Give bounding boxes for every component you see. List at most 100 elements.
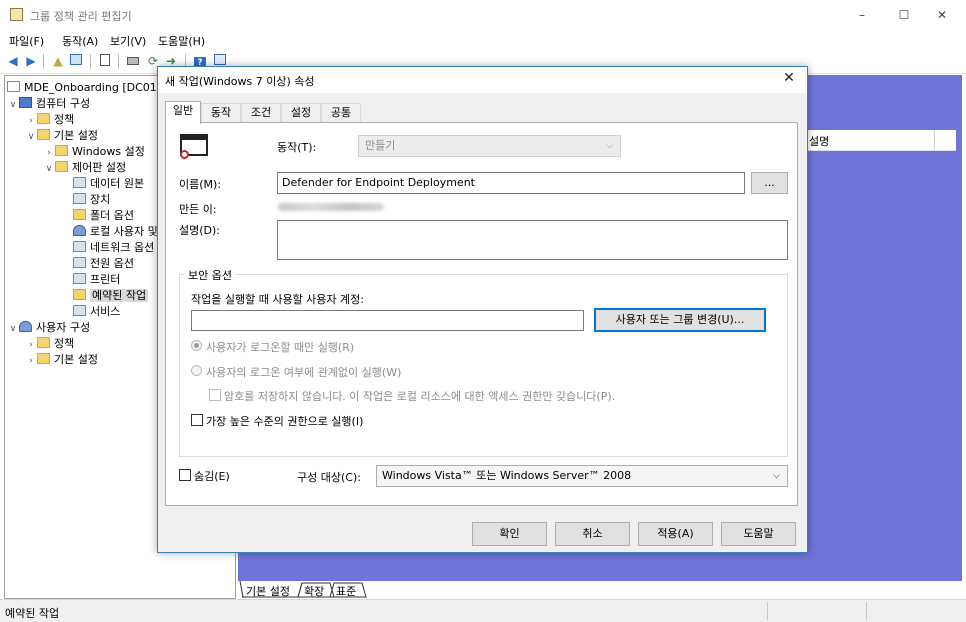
- tree-item-printers[interactable]: 프린터: [73, 272, 120, 288]
- tree-item-power-options[interactable]: 전원 옵션: [73, 256, 134, 272]
- column-header-description[interactable]: 설명: [806, 130, 956, 151]
- description-input[interactable]: [277, 220, 788, 260]
- policy-document-icon: [7, 81, 20, 92]
- tree-item-services[interactable]: 서비스: [73, 304, 120, 320]
- task-properties-dialog: 새 작업(Windows 7 이상) 속성 ✕ 일반 동작 조건 설정 공통 동…: [157, 66, 808, 553]
- chevron-down-icon[interactable]: ∨: [25, 129, 37, 145]
- power-icon: [73, 257, 86, 268]
- tab-actions[interactable]: 동작: [201, 103, 241, 123]
- tree-item-local-users[interactable]: 로컬 사용자 및: [73, 224, 158, 240]
- chevron-right-icon[interactable]: ›: [43, 145, 55, 161]
- run-as-label: 작업을 실행할 때 사용할 사용자 계정:: [191, 293, 364, 306]
- chevron-down-icon[interactable]: ∨: [7, 321, 19, 337]
- view-tabs: 기본 설정 확장 표준: [238, 581, 962, 599]
- forward-arrow-icon[interactable]: ▶: [24, 54, 38, 68]
- clipboard-icon[interactable]: [98, 54, 112, 68]
- close-button[interactable]: ✕: [922, 4, 962, 26]
- chevron-down-icon[interactable]: ∨: [7, 97, 19, 113]
- tree-item-network-options[interactable]: 네트워크 옵션: [73, 240, 154, 256]
- status-text: 예약된 작업: [5, 607, 60, 620]
- menu-help[interactable]: 도움말(H): [158, 33, 205, 49]
- device-icon: [73, 193, 86, 204]
- menu-bar: 파일(F) 동작(A) 보기(V) 도움말(H): [0, 30, 966, 50]
- radio-whether-logged-on[interactable]: [191, 365, 202, 376]
- name-label: 이름(M):: [179, 178, 222, 191]
- author-label: 만든 이:: [179, 203, 217, 216]
- chevron-right-icon[interactable]: ›: [25, 113, 37, 129]
- security-options-title: 보안 옵션: [185, 267, 235, 283]
- tree-item-computer-preferences[interactable]: ∨ 기본 설정: [25, 128, 98, 144]
- status-bar: 예약된 작업: [0, 599, 966, 622]
- name-input[interactable]: Defender for Endpoint Deployment: [277, 172, 745, 194]
- tree-item-devices[interactable]: 장치: [73, 192, 110, 208]
- description-label: 설명(D):: [179, 224, 220, 237]
- window-title: 그룹 정책 관리 편집기: [30, 10, 132, 23]
- folder-icon: [37, 353, 50, 364]
- tree-item-user-policies[interactable]: › 정책: [25, 336, 74, 352]
- no-store-password-checkbox[interactable]: [209, 389, 221, 401]
- tree-item-windows-settings[interactable]: › Windows 설정: [43, 144, 145, 160]
- radio-logged-on-only[interactable]: [191, 340, 202, 351]
- configure-for-select[interactable]: Windows Vista™ 또는 Windows Server™ 2008 ⌵: [376, 465, 788, 487]
- tree-item-scheduled-tasks[interactable]: 예약된 작업: [73, 288, 149, 304]
- services-gear-icon: [73, 305, 86, 316]
- network-icon: [73, 241, 86, 252]
- tree-item-computer-config[interactable]: ∨ 컴퓨터 구성: [7, 96, 90, 112]
- general-tab-panel: 동작(T): 만들기 ⌵ 이름(M): Defender for Endpoint…: [165, 122, 798, 506]
- highest-privileges-checkbox[interactable]: [191, 414, 203, 426]
- configure-for-label: 구성 대상(C):: [297, 471, 361, 484]
- chevron-down-icon: ⌵: [606, 141, 613, 151]
- dialog-title-bar: 새 작업(Windows 7 이상) 속성 ✕: [158, 67, 807, 93]
- local-users-icon: [73, 225, 86, 236]
- tree-item-computer-policies[interactable]: › 정책: [25, 112, 74, 128]
- action-select[interactable]: 만들기 ⌵: [358, 135, 621, 157]
- chevron-right-icon[interactable]: ›: [25, 353, 37, 369]
- chevron-down-icon: ⌵: [773, 471, 780, 481]
- up-folder-icon[interactable]: ▲: [51, 54, 65, 68]
- menu-action[interactable]: 동작(A): [62, 33, 98, 49]
- chevron-right-icon[interactable]: ›: [25, 337, 37, 353]
- tab-settings[interactable]: 설정: [281, 103, 321, 123]
- ok-button[interactable]: 확인: [472, 522, 547, 546]
- folder-icon: [55, 145, 68, 156]
- tab-conditions[interactable]: 조건: [241, 103, 281, 123]
- browse-button[interactable]: ...: [751, 172, 788, 194]
- change-user-button[interactable]: 사용자 또는 그룹 변경(U)...: [594, 308, 766, 332]
- help-button[interactable]: 도움말: [721, 522, 796, 546]
- dialog-close-button[interactable]: ✕: [779, 70, 799, 86]
- tree-item-user-config[interactable]: ∨ 사용자 구성: [7, 320, 90, 336]
- view-tabs-outline: [239, 581, 367, 598]
- menu-view[interactable]: 보기(V): [110, 33, 146, 49]
- radio-logged-on-only-label: 사용자가 로그온할 때만 실행(R): [206, 341, 355, 354]
- hidden-label: 숨김(E): [194, 470, 230, 483]
- show-hide-tree-icon[interactable]: [69, 54, 83, 68]
- folder-options-icon: [73, 209, 86, 220]
- printer-icon: [73, 273, 86, 284]
- tree-item-gpo-root[interactable]: MDE_Onboarding [DC01.TV: [7, 80, 175, 96]
- tree-item-user-preferences[interactable]: › 기본 설정: [25, 352, 98, 368]
- apply-button[interactable]: 적용(A): [638, 522, 713, 546]
- maximize-button[interactable]: ☐: [884, 4, 924, 26]
- title-bar: 그룹 정책 관리 편집기 – ☐ ✕: [0, 0, 966, 30]
- tab-general[interactable]: 일반: [165, 101, 201, 124]
- cancel-button[interactable]: 취소: [555, 522, 630, 546]
- back-arrow-icon[interactable]: ◀: [6, 54, 20, 68]
- chevron-down-icon[interactable]: ∨: [43, 161, 55, 177]
- clock-icon: [180, 150, 189, 159]
- data-source-icon: [73, 177, 86, 188]
- tab-common[interactable]: 공통: [321, 103, 361, 123]
- tree-item-control-panel-settings[interactable]: ∨ 제어판 설정: [43, 160, 126, 176]
- minimize-button[interactable]: –: [842, 4, 882, 26]
- radio-whether-logged-on-label: 사용자의 로그온 여부에 관계없이 실행(W): [206, 366, 402, 379]
- no-store-password-label: 암호를 저장하지 않습니다. 이 작업은 로컬 리소스에 대한 액세스 권한만 …: [224, 390, 616, 403]
- run-as-input[interactable]: [191, 310, 584, 331]
- author-value-redacted: [278, 203, 384, 211]
- menu-file[interactable]: 파일(F): [9, 33, 44, 49]
- tree-item-data-sources[interactable]: 데이터 원본: [73, 176, 144, 192]
- print-icon[interactable]: [126, 54, 140, 68]
- gpo-editor-icon: [10, 8, 23, 21]
- hidden-checkbox[interactable]: [179, 469, 191, 481]
- user-icon: [19, 321, 32, 332]
- tree-item-folder-options[interactable]: 폴더 옵션: [73, 208, 134, 224]
- computer-icon: [19, 97, 32, 108]
